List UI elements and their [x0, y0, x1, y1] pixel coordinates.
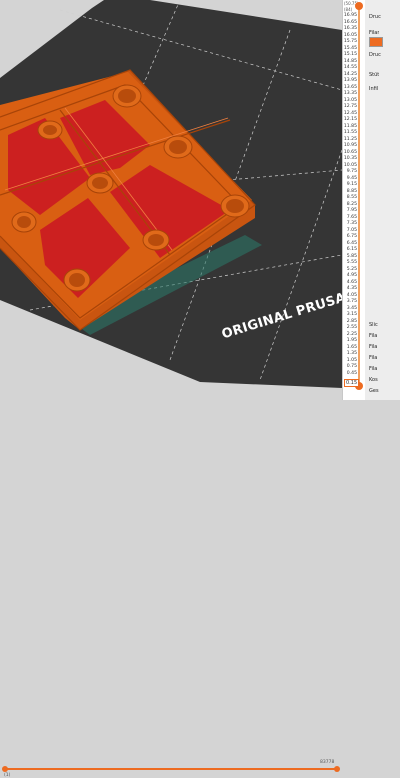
horizontal-slider-readout: 83778 [320, 760, 335, 765]
layer-tick-label: 10.35 [343, 156, 357, 162]
layer-tick-label: 11.25 [343, 136, 357, 142]
horizontal-slider-right-handle[interactable] [334, 766, 340, 772]
3d-viewport[interactable]: ORIGINAL PRUSA [0, 0, 348, 400]
layer-tick-label: 0.45 [346, 371, 357, 376]
layer-tick-label: 4.95 [346, 273, 357, 279]
slice-info-label: Kos [369, 377, 378, 383]
layer-tick-label: 1.05 [346, 357, 357, 363]
filament-label: Filar [369, 30, 380, 36]
layer-tick-label: 8.55 [346, 195, 357, 201]
layer-tick-label: 5.85 [346, 253, 357, 259]
layer-tick-label: 14.25 [343, 71, 357, 77]
layer-tick-label: 9.45 [346, 175, 357, 181]
layer-tick-label: 15.75 [343, 39, 357, 45]
layer-tick-label: 9.15 [346, 182, 357, 188]
layer-tick-label: 12.75 [343, 104, 357, 110]
layer-tick-label: 15.45 [343, 45, 357, 51]
layer-slider-track[interactable] [358, 8, 360, 386]
layer-tick-label: 3.15 [346, 312, 357, 318]
infill-label: Infil [369, 86, 379, 92]
layer-tick-label: 12.15 [343, 117, 357, 123]
layer-tick-label: 6.75 [346, 234, 357, 240]
layer-tick-label: 1.35 [346, 351, 357, 357]
slice-info-label: Fila [369, 366, 378, 372]
layer-tick-label: 16.05 [343, 32, 357, 38]
horizontal-move-slider[interactable]: 83778 (1) [0, 382, 342, 778]
layer-tick-label: 13.65 [343, 84, 357, 90]
layer-tick-label: 16.95 [343, 13, 357, 18]
settings-side-panel: Druc Filar Druc Stüt Infil Slic Fila Fila F… [365, 0, 400, 400]
layer-tick-label: 7.35 [346, 221, 357, 227]
layer-tick-label: 7.65 [346, 214, 357, 220]
layer-tick-label: 5.25 [346, 266, 357, 272]
layer-tick-label: 6.15 [346, 247, 357, 253]
layer-tick-label: 8.85 [346, 188, 357, 194]
layer-tick-label: 14.85 [343, 58, 357, 64]
layer-tick-label: 4.05 [346, 292, 357, 298]
layer-tick-label: 16.65 [343, 19, 357, 25]
layer-tick-label: 4.35 [346, 286, 357, 292]
layer-tick-label: 13.35 [343, 91, 357, 97]
layer-tick-label: 16.35 [343, 26, 357, 32]
slice-info-label: Slic [369, 322, 378, 328]
layer-slider[interactable]: (50.75) (84) 16.95 16.65 16.35 16.05 15.75 15… [342, 0, 366, 400]
layer-slider-top-handle[interactable] [355, 2, 363, 10]
slice-info-label: Ges [369, 388, 379, 394]
layer-tick-label: 8.25 [346, 201, 357, 207]
layer-top-readout-secondary: (84) [344, 7, 353, 12]
filament-color-swatch[interactable] [369, 37, 383, 47]
layer-tick-label: 9.75 [346, 169, 357, 175]
layer-tick-label: 10.65 [343, 149, 357, 155]
layer-tick-label: 0.75 [346, 364, 357, 370]
layer-tick-label: 10.95 [343, 143, 357, 149]
layer-tick-label: 14.55 [343, 65, 357, 71]
layer-tick-label: 2.85 [346, 318, 357, 324]
layer-tick-label: 11.55 [343, 130, 357, 136]
slice-info-label: Fila [369, 355, 378, 361]
layer-bottom-readout: 0.15 [344, 379, 360, 387]
support-label: Stüt [369, 72, 380, 78]
slice-info-label: Fila [369, 344, 378, 350]
layer-tick-label: 3.75 [346, 299, 357, 305]
layer-tick-label: 2.55 [346, 325, 357, 331]
layer-tick-label: 13.95 [343, 78, 357, 84]
horizontal-slider-track[interactable] [4, 768, 338, 770]
layer-tick-label: 3.45 [346, 305, 357, 311]
layer-tick-label: 1.65 [346, 344, 357, 350]
printer-label: Druc [369, 52, 381, 58]
layer-tick-label: 6.45 [346, 240, 357, 246]
layer-tick-label: 5.55 [346, 260, 357, 266]
layer-tick-label: 7.05 [346, 227, 357, 233]
horizontal-slider-left-handle[interactable] [2, 766, 8, 772]
layer-tick-label: 2.25 [346, 331, 357, 337]
scene-canvas[interactable] [0, 0, 342, 400]
layer-tick-label: 7.95 [346, 208, 357, 214]
layer-tick-label: 1.95 [346, 338, 357, 344]
layer-tick-label: 13.05 [343, 97, 357, 103]
horizontal-slider-left-readout: (1) [4, 773, 11, 778]
layer-tick-label: 15.15 [343, 52, 357, 58]
layer-tick-label: 12.45 [343, 110, 357, 116]
print-settings-label: Druc [369, 14, 381, 20]
slice-info-label: Fila [369, 333, 378, 339]
layer-tick-label: 11.85 [343, 123, 357, 129]
layer-tick-label: 10.05 [343, 162, 357, 168]
layer-tick-label: 4.65 [346, 279, 357, 285]
